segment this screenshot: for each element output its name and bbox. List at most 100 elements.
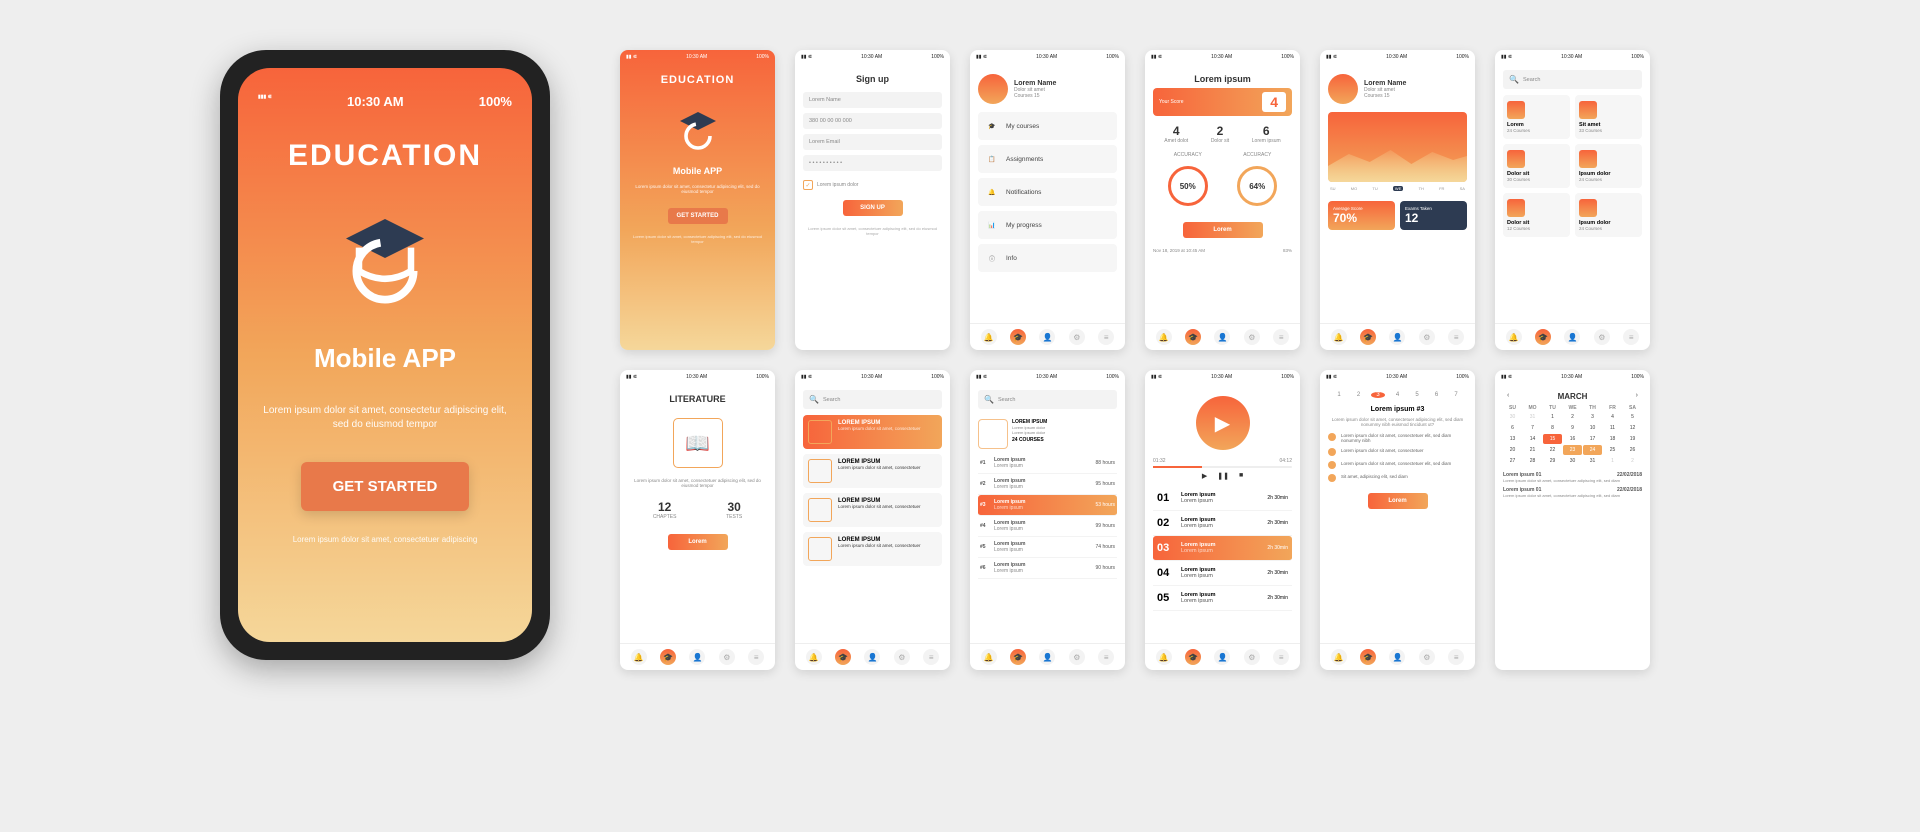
- tab-gear-icon[interactable]: ⚙: [1419, 329, 1435, 345]
- calendar-day[interactable]: 1: [1603, 456, 1622, 466]
- tab-user-icon[interactable]: 👤: [1039, 649, 1055, 665]
- day-pill[interactable]: 7: [1449, 392, 1463, 398]
- get-started-button[interactable]: GET STARTED: [668, 208, 728, 224]
- calendar-day[interactable]: 24: [1583, 445, 1602, 455]
- tab-user-icon[interactable]: 👤: [689, 649, 705, 665]
- tab-menu-icon[interactable]: ≡: [748, 649, 764, 665]
- tab-gear-icon[interactable]: ⚙: [1594, 329, 1610, 345]
- signup-button[interactable]: SIGN UP: [843, 200, 903, 216]
- menu-item[interactable]: ⓘInfo: [978, 244, 1117, 272]
- agenda-item[interactable]: Lorem ipsum 0122/02/2018Lorem ipsum dolo…: [1503, 487, 1642, 498]
- tab-bell-icon[interactable]: 🔔: [1506, 329, 1522, 345]
- tab-bell-icon[interactable]: 🔔: [981, 329, 997, 345]
- profile-header[interactable]: Lorem NameDolor sit ametCourses 15: [978, 70, 1117, 112]
- search-input[interactable]: 🔍Search: [1503, 70, 1642, 89]
- category-card[interactable]: Ipsum dolor24 Courses: [1575, 193, 1642, 237]
- calendar-day[interactable]: 2: [1623, 456, 1642, 466]
- tab-menu-icon[interactable]: ≡: [1098, 649, 1114, 665]
- tab-bell-icon[interactable]: 🔔: [1156, 329, 1172, 345]
- category-card[interactable]: Ipsum dolor24 Courses: [1575, 144, 1642, 188]
- play-icon[interactable]: ▶: [1202, 472, 1207, 480]
- day-pill[interactable]: 1: [1332, 392, 1346, 398]
- name-input[interactable]: Lorem Name: [803, 92, 942, 108]
- day-pill[interactable]: 3: [1371, 392, 1385, 398]
- course-summary[interactable]: LOREM IPSUMLorem ipsum dolorLorem ipsum …: [978, 415, 1117, 453]
- quiz-option[interactable]: Lorem ipsum dolor sit amet, consectetuer…: [1328, 461, 1467, 469]
- quiz-option[interactable]: Lorem ipsum dolor sit amet, consectetuer: [1328, 448, 1467, 456]
- rank-row[interactable]: #1Lorem ipsumLorem ipsum88 hours: [978, 453, 1117, 474]
- calendar-day[interactable]: 3: [1583, 412, 1602, 422]
- prev-month-icon[interactable]: ‹: [1507, 392, 1509, 399]
- tab-grad-icon[interactable]: 🎓: [1010, 329, 1026, 345]
- category-card[interactable]: Sit amet33 Courses: [1575, 95, 1642, 139]
- calendar-day[interactable]: 29: [1543, 456, 1562, 466]
- tab-user-icon[interactable]: 👤: [1214, 649, 1230, 665]
- day-pill[interactable]: 6: [1430, 392, 1444, 398]
- rank-row[interactable]: #4Lorem ipsumLorem ipsum99 hours: [978, 516, 1117, 537]
- calendar-day[interactable]: 22: [1543, 445, 1562, 455]
- tab-bell-icon[interactable]: 🔔: [981, 649, 997, 665]
- lesson-row[interactable]: 05Lorem ipsumLorem ipsum2h 30min: [1153, 586, 1292, 611]
- calendar-day[interactable]: 8: [1543, 423, 1562, 433]
- subject-card[interactable]: LOREM IPSUMLorem ipsum dolor sit amet, c…: [803, 454, 942, 488]
- lesson-row[interactable]: 01Lorem ipsumLorem ipsum2h 30min: [1153, 486, 1292, 511]
- category-card[interactable]: Lorem24 Courses: [1503, 95, 1570, 139]
- rank-row[interactable]: #2Lorem ipsumLorem ipsum95 hours: [978, 474, 1117, 495]
- calendar-day[interactable]: 12: [1623, 423, 1642, 433]
- calendar-day[interactable]: 5: [1623, 412, 1642, 422]
- calendar-day[interactable]: 14: [1523, 434, 1542, 444]
- calendar-day[interactable]: 16: [1563, 434, 1582, 444]
- calendar-day[interactable]: 11: [1603, 423, 1622, 433]
- progress-track[interactable]: [1153, 466, 1292, 468]
- tab-menu-icon[interactable]: ≡: [1098, 329, 1114, 345]
- day-pill[interactable]: 5: [1410, 392, 1424, 398]
- category-card[interactable]: Dolor sit30 Courses: [1503, 144, 1570, 188]
- lesson-row[interactable]: 03Lorem ipsumLorem ipsum2h 30min: [1153, 536, 1292, 561]
- tab-grad-icon[interactable]: 🎓: [1360, 649, 1376, 665]
- tab-grad-icon[interactable]: 🎓: [1360, 329, 1376, 345]
- search-input[interactable]: 🔍Search: [978, 390, 1117, 409]
- quiz-button[interactable]: Lorem: [1368, 493, 1428, 509]
- agree-checkbox[interactable]: ✓: [803, 180, 813, 190]
- calendar-day[interactable]: 10: [1583, 423, 1602, 433]
- calendar-day[interactable]: 6: [1503, 423, 1522, 433]
- tab-menu-icon[interactable]: ≡: [923, 649, 939, 665]
- tab-user-icon[interactable]: 👤: [1039, 329, 1055, 345]
- calendar-day[interactable]: 30: [1563, 456, 1582, 466]
- calendar-day[interactable]: 17: [1583, 434, 1602, 444]
- calendar-day[interactable]: 23: [1563, 445, 1582, 455]
- calendar-day[interactable]: 26: [1623, 445, 1642, 455]
- rank-row[interactable]: #5Lorem ipsumLorem ipsum74 hours: [978, 537, 1117, 558]
- tab-bell-icon[interactable]: 🔔: [1156, 649, 1172, 665]
- tab-gear-icon[interactable]: ⚙: [1419, 649, 1435, 665]
- day-pill[interactable]: 2: [1352, 392, 1366, 398]
- tab-grad-icon[interactable]: 🎓: [1185, 649, 1201, 665]
- calendar-day[interactable]: 19: [1623, 434, 1642, 444]
- play-button[interactable]: ▶: [1196, 396, 1250, 450]
- menu-item[interactable]: 📋Assignments: [978, 145, 1117, 173]
- tab-grad-icon[interactable]: 🎓: [835, 649, 851, 665]
- lesson-row[interactable]: 04Lorem ipsumLorem ipsum2h 30min: [1153, 561, 1292, 586]
- tab-user-icon[interactable]: 👤: [1214, 329, 1230, 345]
- rank-row[interactable]: #6Lorem ipsumLorem ipsum90 hours: [978, 558, 1117, 579]
- calendar-day[interactable]: 9: [1563, 423, 1582, 433]
- password-input[interactable]: • • • • • • • • • •: [803, 155, 942, 171]
- subject-card[interactable]: LOREM IPSUMLorem ipsum dolor sit amet, c…: [803, 532, 942, 566]
- calendar-day[interactable]: 27: [1503, 456, 1522, 466]
- tab-user-icon[interactable]: 👤: [1389, 329, 1405, 345]
- tab-menu-icon[interactable]: ≡: [1623, 329, 1639, 345]
- get-started-button[interactable]: GET STARTED: [301, 462, 470, 511]
- calendar-day[interactable]: 18: [1603, 434, 1622, 444]
- lesson-row[interactable]: 02Lorem ipsumLorem ipsum2h 30min: [1153, 511, 1292, 536]
- tab-gear-icon[interactable]: ⚙: [1244, 649, 1260, 665]
- tab-user-icon[interactable]: 👤: [1564, 329, 1580, 345]
- tab-gear-icon[interactable]: ⚙: [1244, 329, 1260, 345]
- search-input[interactable]: 🔍Search: [803, 390, 942, 409]
- tab-user-icon[interactable]: 👤: [1389, 649, 1405, 665]
- calendar-day[interactable]: 25: [1603, 445, 1622, 455]
- tab-bell-icon[interactable]: 🔔: [631, 649, 647, 665]
- agenda-item[interactable]: Lorem ipsum 0122/02/2018Lorem ipsum dolo…: [1503, 472, 1642, 483]
- calendar-day[interactable]: 13: [1503, 434, 1522, 444]
- tab-user-icon[interactable]: 👤: [864, 649, 880, 665]
- tab-bell-icon[interactable]: 🔔: [806, 649, 822, 665]
